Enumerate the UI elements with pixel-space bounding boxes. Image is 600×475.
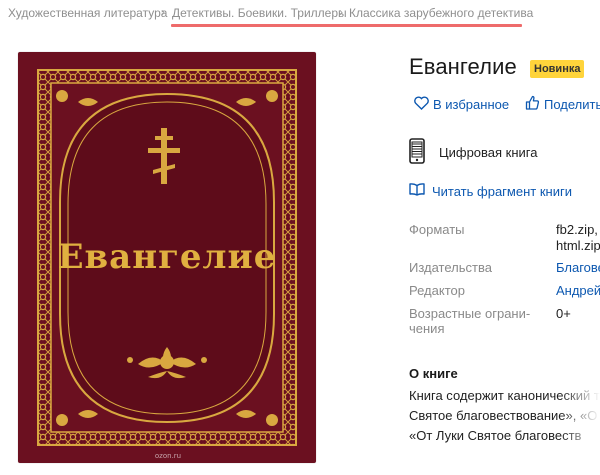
spec-label-publisher: Издательства	[409, 260, 492, 275]
spec-value-formats-1: fb2.zip,	[556, 222, 598, 237]
breadcrumb-item-detectives[interactable]: Детективы. Боевики. Триллеры	[172, 6, 347, 20]
cover-title: Евангелие	[58, 237, 277, 277]
open-book-icon	[409, 183, 425, 199]
ebook-icon	[409, 137, 425, 167]
read-fragment-label: Читать фрагмент книги	[432, 183, 572, 199]
format-type-label: Цифровая книга	[439, 144, 538, 160]
spec-label-formats: Форматы	[409, 222, 465, 237]
breadcrumb-item-fiction[interactable]: Художественная литература	[8, 6, 167, 20]
breadcrumb-separator: ›	[339, 5, 343, 19]
page-title: Евангелие	[409, 54, 517, 79]
spec-value-formats-2: html.zip	[556, 238, 600, 253]
share-label: Поделиться	[544, 96, 600, 112]
add-to-favorites-button[interactable]: В избранное	[414, 95, 509, 113]
read-fragment-link[interactable]: Читать фрагмент книги	[409, 182, 572, 200]
share-button[interactable]: Поделиться	[525, 95, 600, 113]
breadcrumb-highlight	[171, 24, 522, 27]
format-type: Цифровая книга	[409, 137, 538, 167]
spec-value-editor-link[interactable]: Андрей	[556, 282, 600, 299]
heart-icon	[414, 95, 429, 113]
breadcrumb: Художественная литература › Детективы. Б…	[0, 0, 600, 28]
spec-label-age-restriction-cont: чения	[409, 321, 445, 336]
favorites-label: В избранное	[433, 96, 510, 112]
about-heading: О книге	[409, 366, 458, 381]
text-fade-overlay	[560, 380, 600, 475]
breadcrumb-item-classic-detective[interactable]: Классика зарубежного детектива	[349, 6, 533, 20]
book-cover[interactable]: Евангелие ozon.ru	[18, 52, 316, 463]
cover-watermark: ozon.ru	[155, 452, 181, 460]
status-badge: Новинка	[530, 60, 585, 78]
spec-value-age-restriction: 0+	[556, 306, 571, 321]
breadcrumb-separator: ›	[161, 5, 165, 19]
spec-value-publisher-link[interactable]: Благовест	[556, 259, 600, 276]
thumbs-up-icon	[525, 95, 540, 113]
spec-label-editor: Редактор	[409, 283, 465, 298]
